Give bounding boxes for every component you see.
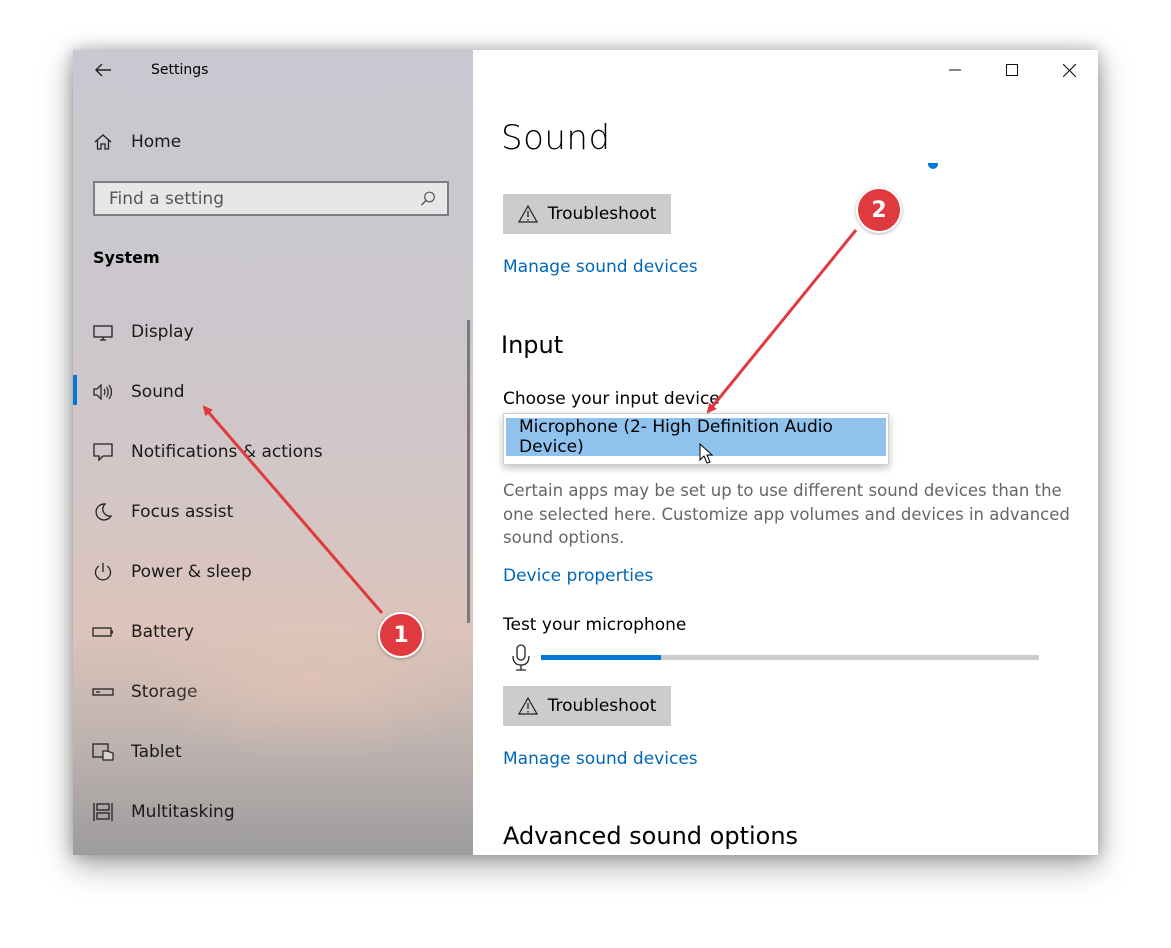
search-icon[interactable] xyxy=(419,190,437,208)
minimize-button[interactable] xyxy=(935,56,975,84)
main-content: Sound Troubleshoot Manage sound devices … xyxy=(473,50,1098,855)
mouse-cursor-icon xyxy=(699,443,714,464)
sidebar-item-label: Notifications & actions xyxy=(131,442,323,462)
troubleshoot-output-button[interactable]: Troubleshoot xyxy=(503,194,671,234)
multitasking-icon xyxy=(92,801,114,823)
sidebar-item-label: Tablet xyxy=(131,742,182,762)
sidebar-item-label: Sound xyxy=(131,382,185,402)
sidebar-item-multitasking[interactable]: Multitasking xyxy=(73,792,463,832)
sidebar-item-label: Display xyxy=(131,322,194,342)
maximize-button[interactable] xyxy=(992,56,1032,84)
sidebar-item-label: Focus assist xyxy=(131,502,234,522)
sidebar-item-label: Multitasking xyxy=(131,802,235,822)
sidebar-item-power-sleep[interactable]: Power & sleep xyxy=(73,552,463,592)
minimize-icon xyxy=(949,69,961,71)
test-microphone-label: Test your microphone xyxy=(503,615,687,635)
input-device-dropdown[interactable]: Microphone (2- High Definition Audio Dev… xyxy=(503,413,889,465)
back-arrow-icon[interactable] xyxy=(91,58,115,82)
tablet-icon xyxy=(92,741,114,763)
close-icon xyxy=(1062,63,1076,77)
sidebar-item-label: Storage xyxy=(131,682,198,702)
storage-icon xyxy=(92,681,114,703)
sidebar-item-label: Home xyxy=(131,132,182,152)
app-title: Settings xyxy=(151,62,209,78)
sidebar-item-tablet[interactable]: Tablet xyxy=(73,732,463,772)
section-title: System xyxy=(93,248,160,267)
mic-level-fill xyxy=(541,655,661,660)
device-properties-link[interactable]: Device properties xyxy=(503,566,653,586)
troubleshoot-label: Troubleshoot xyxy=(547,204,657,224)
search-input[interactable] xyxy=(95,183,409,214)
manage-sound-devices-link-input[interactable]: Manage sound devices xyxy=(503,749,698,769)
annotation-badge-1: 1 xyxy=(378,612,424,658)
input-device-option[interactable]: Microphone (2- High Definition Audio Dev… xyxy=(506,417,886,457)
sidebar-item-home[interactable]: Home xyxy=(73,122,463,162)
microphone-icon xyxy=(510,644,532,672)
annotation-badge-2: 2 xyxy=(856,187,902,233)
moon-icon xyxy=(92,501,114,523)
speaker-icon xyxy=(92,381,114,403)
sidebar-item-label: Battery xyxy=(131,622,194,642)
warning-icon xyxy=(517,205,538,223)
input-description: Certain apps may be set up to use differ… xyxy=(503,481,1070,547)
sidebar: Settings Home System Display Soun xyxy=(73,50,493,855)
sidebar-scrollbar[interactable] xyxy=(467,320,470,623)
manage-sound-devices-link[interactable]: Manage sound devices xyxy=(503,257,698,277)
search-box[interactable] xyxy=(93,181,449,216)
sidebar-item-focus-assist[interactable]: Focus assist xyxy=(73,492,463,532)
power-icon xyxy=(92,561,114,583)
sidebar-item-sound[interactable]: Sound xyxy=(73,372,463,412)
sidebar-item-notifications[interactable]: Notifications & actions xyxy=(73,432,463,472)
sidebar-item-display[interactable]: Display xyxy=(73,312,463,352)
settings-window: Settings Home System Display Soun xyxy=(73,50,1098,855)
sidebar-item-storage[interactable]: Storage xyxy=(73,672,463,712)
input-heading: Input xyxy=(501,331,564,359)
sidebar-item-label: Power & sleep xyxy=(131,562,252,582)
monitor-icon xyxy=(92,321,114,343)
home-icon xyxy=(92,131,114,153)
close-button[interactable] xyxy=(1049,56,1089,84)
choose-input-label: Choose your input device xyxy=(503,389,720,409)
page-title: Sound xyxy=(501,118,611,158)
mic-level-meter xyxy=(541,655,1039,660)
advanced-sound-heading: Advanced sound options xyxy=(503,822,799,850)
battery-icon xyxy=(92,621,114,643)
troubleshoot-label: Troubleshoot xyxy=(547,696,657,716)
warning-icon xyxy=(517,697,538,715)
notification-icon xyxy=(92,441,114,463)
troubleshoot-input-button[interactable]: Troubleshoot xyxy=(503,686,671,726)
maximize-icon xyxy=(1006,64,1018,76)
